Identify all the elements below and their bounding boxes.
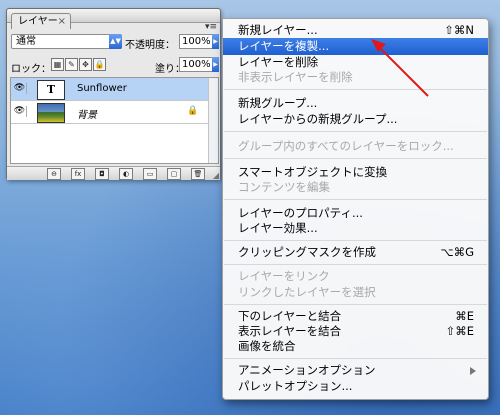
eye-icon[interactable]: 👁 bbox=[13, 83, 27, 94]
adjustment-icon[interactable]: ◐ bbox=[119, 168, 133, 180]
eye-icon[interactable]: 👁 bbox=[13, 106, 27, 117]
submenu-arrow-icon bbox=[470, 367, 476, 375]
menu-separator bbox=[224, 131, 487, 132]
menu-separator bbox=[224, 199, 487, 200]
menu-item-delete-hidden-layers: 非表示レイヤーを削除 bbox=[223, 69, 488, 86]
layer-name: Sunflower bbox=[77, 83, 127, 94]
opacity-input[interactable]: 100% bbox=[179, 34, 213, 49]
layer-row-background[interactable]: 👁 背景 🔒 bbox=[11, 101, 208, 124]
menu-item-label: 新規レイヤー... bbox=[238, 23, 318, 37]
menu-item-link-layers: レイヤーをリンク bbox=[223, 268, 488, 285]
tab-layers[interactable]: レイヤー × bbox=[11, 13, 71, 29]
opacity-slider-button[interactable]: ▶ bbox=[212, 34, 219, 49]
link-icon[interactable]: ⊖ bbox=[47, 168, 61, 180]
menu-item-label: 画像を統合 bbox=[238, 339, 296, 353]
menu-item-new-group-from-layers[interactable]: レイヤーからの新規グループ... bbox=[223, 111, 488, 128]
lock-position-icon[interactable]: ✥ bbox=[79, 58, 92, 71]
menu-item-lock-all-layers-in-group: グループ内のすべてのレイヤーをロック... bbox=[223, 138, 488, 155]
text-layer-thumbnail: T bbox=[37, 80, 65, 100]
chevron-down-icon: ▲▼ bbox=[109, 34, 122, 49]
menu-item-layer-effects[interactable]: レイヤー効果... bbox=[223, 220, 488, 237]
trash-icon[interactable]: 🗑 bbox=[191, 168, 205, 180]
fill-input[interactable]: 100% bbox=[179, 57, 213, 72]
layers-palette-menu: 新規レイヤー... ⇧⌘N レイヤーを複製... レイヤーを削除 非表示レイヤー… bbox=[222, 18, 489, 400]
mask-icon[interactable]: ◘ bbox=[95, 168, 109, 180]
fx-icon[interactable]: fx bbox=[71, 168, 85, 180]
menu-item-edit-contents: コンテンツを編集 bbox=[223, 179, 488, 196]
menu-separator bbox=[224, 358, 487, 359]
resize-grip-icon[interactable]: ◢ bbox=[213, 171, 219, 180]
lock-label: ロック： bbox=[11, 64, 51, 75]
blend-mode-select[interactable]: 通常 ▲▼ bbox=[11, 34, 122, 49]
tab-layers-label: レイヤー bbox=[18, 16, 58, 27]
palette-body: 通常 ▲▼ 不透明度： 100% ▶ ロック： ▦ ✎ ✥ 🔒 塗り： 100%… bbox=[7, 29, 220, 180]
image-layer-thumbnail bbox=[37, 103, 65, 123]
menu-separator bbox=[224, 304, 487, 305]
menu-item-label: パレットオプション... bbox=[238, 379, 353, 393]
menu-item-label: グループ内のすべてのレイヤーをロック... bbox=[238, 139, 454, 153]
menu-item-label: レイヤーを複製... bbox=[238, 39, 330, 53]
menu-item-new-layer[interactable]: 新規レイヤー... ⇧⌘N bbox=[223, 22, 488, 39]
menu-item-label: レイヤー効果... bbox=[238, 221, 318, 235]
menu-separator bbox=[224, 240, 487, 241]
opacity-value: 100% bbox=[182, 36, 211, 47]
menu-item-shortcut: ⇧⌘N bbox=[444, 23, 474, 37]
menu-separator bbox=[224, 89, 487, 90]
lock-transparency-icon[interactable]: ▦ bbox=[51, 58, 64, 71]
menu-item-shortcut: ⌥⌘G bbox=[440, 245, 474, 259]
menu-item-label: クリッピングマスクを作成 bbox=[238, 245, 376, 259]
menu-separator bbox=[224, 158, 487, 159]
menu-item-animation-options[interactable]: アニメーションオプション bbox=[223, 362, 488, 379]
menu-item-label: リンクしたレイヤーを選択 bbox=[238, 285, 376, 299]
menu-item-label: 非表示レイヤーを削除 bbox=[238, 70, 353, 84]
layer-name: 背景 bbox=[77, 110, 97, 121]
menu-item-label: レイヤーからの新規グループ... bbox=[238, 112, 398, 126]
tab-close-icon[interactable]: × bbox=[58, 14, 66, 30]
fill-slider-button[interactable]: ▶ bbox=[212, 57, 219, 72]
menu-item-label: レイヤーをリンク bbox=[238, 269, 330, 283]
menu-item-select-linked-layers: リンクしたレイヤーを選択 bbox=[223, 284, 488, 301]
menu-item-label: コンテンツを編集 bbox=[238, 180, 330, 194]
lock-icon: 🔒 bbox=[187, 106, 199, 116]
menu-item-label: アニメーションオプション bbox=[238, 363, 376, 377]
menu-item-palette-options[interactable]: パレットオプション... bbox=[223, 378, 488, 395]
layers-scrollbar[interactable] bbox=[208, 78, 218, 163]
layers-list: 👁 T Sunflower 👁 背景 🔒 bbox=[10, 77, 219, 164]
lock-paint-icon[interactable]: ✎ bbox=[65, 58, 78, 71]
folder-icon[interactable]: ▭ bbox=[143, 168, 157, 180]
blend-mode-value: 通常 bbox=[16, 36, 36, 47]
menu-separator bbox=[224, 264, 487, 265]
menu-item-new-group[interactable]: 新規グループ... bbox=[223, 95, 488, 112]
menu-item-duplicate-layer[interactable]: レイヤーを複製... bbox=[223, 38, 488, 55]
lock-all-icon[interactable]: 🔒 bbox=[93, 58, 106, 71]
menu-item-label: 新規グループ... bbox=[238, 96, 318, 110]
fill-value: 100% bbox=[182, 59, 211, 70]
opacity-label: 不透明度： bbox=[125, 40, 175, 51]
menu-item-flatten-image[interactable]: 画像を統合 bbox=[223, 338, 488, 355]
menu-item-create-clipping-mask[interactable]: クリッピングマスクを作成 ⌥⌘G bbox=[223, 244, 488, 261]
layer-row-sunflower[interactable]: 👁 T Sunflower bbox=[11, 78, 208, 101]
layers-palette: レイヤー × ▾≡ 通常 ▲▼ 不透明度： 100% ▶ ロック： ▦ ✎ ✥ … bbox=[6, 8, 221, 180]
new-layer-icon[interactable]: ▢ bbox=[167, 168, 181, 180]
palette-footer: ⊖ fx ◘ ◐ ▭ ▢ 🗑 ◢ bbox=[7, 166, 220, 180]
